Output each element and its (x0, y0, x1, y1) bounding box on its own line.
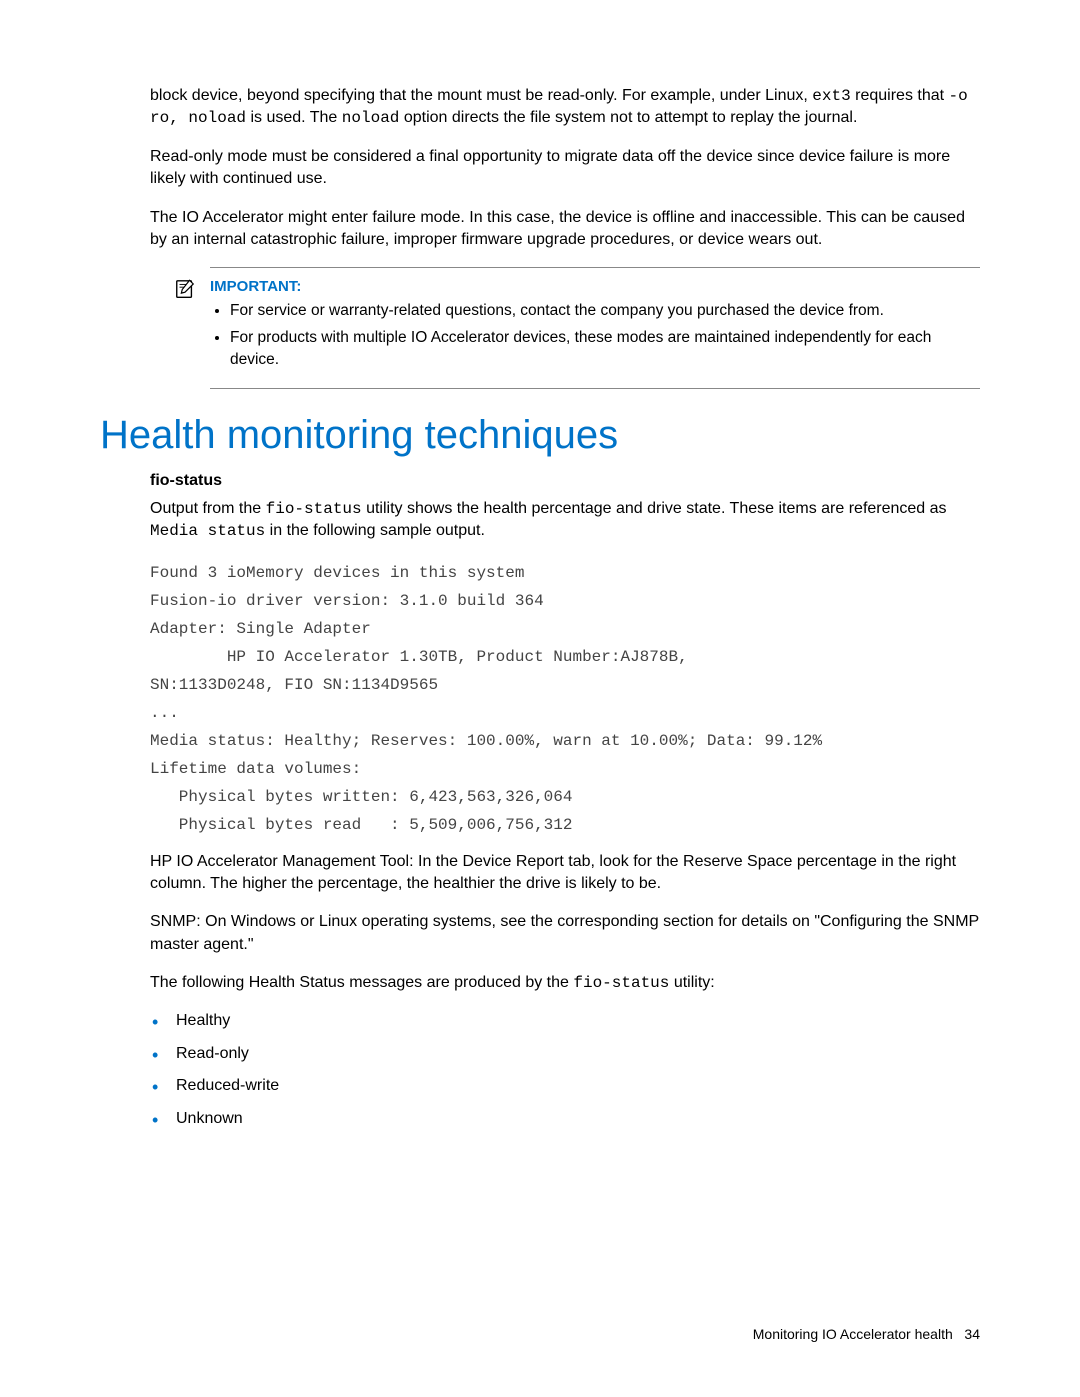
note-label: IMPORTANT: (210, 278, 980, 295)
status-list: Healthy Read-only Reduced-write Unknown (150, 1010, 980, 1130)
text: The following Health Status messages are… (150, 974, 573, 991)
note-list: For service or warranty-related question… (210, 300, 980, 371)
section-heading: Health monitoring techniques (100, 413, 980, 458)
list-item: Reduced-write (176, 1075, 980, 1097)
code-inline: Media status (150, 522, 265, 540)
footer-title: Monitoring IO Accelerator health (753, 1326, 953, 1342)
paragraph-mgmt-tool: HP IO Accelerator Management Tool: In th… (150, 851, 980, 896)
code-inline: fio-status (573, 974, 669, 992)
paragraph-intro-1: block device, beyond specifying that the… (150, 85, 980, 130)
paragraph-fio-desc: Output from the fio-status utility shows… (150, 498, 980, 543)
text: in the following sample output. (265, 522, 485, 539)
paragraph-intro-3: The IO Accelerator might enter failure m… (150, 207, 980, 252)
code-inline: ext3 (812, 87, 850, 105)
sub-heading: fio-status (150, 472, 980, 490)
text: Output from the (150, 500, 266, 517)
text: utility: (669, 974, 714, 991)
code-sample: Found 3 ioMemory devices in this system … (150, 559, 980, 839)
important-note: IMPORTANT: For service or warranty-relat… (210, 267, 980, 388)
text: is used. The (246, 109, 342, 126)
content-area: block device, beyond specifying that the… (150, 85, 980, 1130)
note-item: For products with multiple IO Accelerato… (230, 327, 980, 372)
text: option directs the file system not to at… (399, 109, 857, 126)
text: utility shows the health percentage and … (362, 500, 947, 517)
note-item: For service or warranty-related question… (230, 300, 980, 322)
code-inline: noload (342, 109, 400, 127)
paragraph-intro-2: Read-only mode must be considered a fina… (150, 146, 980, 191)
list-item: Read-only (176, 1043, 980, 1065)
text: block device, beyond specifying that the… (150, 87, 812, 104)
document-page: block device, beyond specifying that the… (0, 0, 1080, 1397)
note-body: IMPORTANT: For service or warranty-relat… (210, 278, 980, 375)
paragraph-snmp: SNMP: On Windows or Linux operating syst… (150, 911, 980, 956)
text: requires that (851, 87, 949, 104)
paragraph-status-intro: The following Health Status messages are… (150, 972, 980, 994)
code-inline: fio-status (266, 500, 362, 518)
note-icon (174, 278, 210, 305)
page-footer: Monitoring IO Accelerator health 34 (753, 1326, 980, 1342)
list-item: Healthy (176, 1010, 980, 1032)
list-item: Unknown (176, 1108, 980, 1130)
footer-page-number: 34 (964, 1326, 980, 1342)
